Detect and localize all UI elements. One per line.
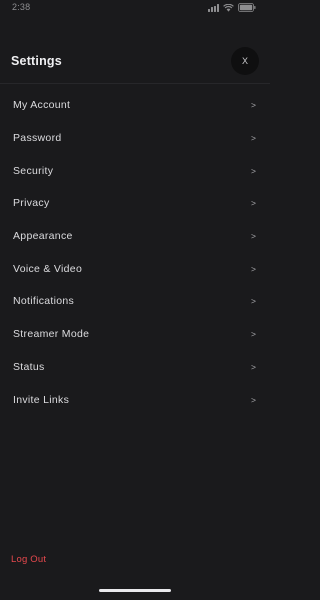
menu-item-label: Invite Links [13, 393, 70, 406]
logout-button[interactable]: Log Out [11, 554, 46, 565]
battery-icon [238, 3, 256, 12]
menu-item-password[interactable]: Password > [0, 122, 270, 155]
menu-item-privacy[interactable]: Privacy > [0, 187, 270, 220]
home-indicator[interactable] [99, 589, 171, 592]
chevron-right-icon: > [251, 165, 256, 176]
menu-item-label: Password [13, 132, 62, 145]
chevron-right-icon: > [251, 263, 256, 274]
menu-item-label: Security [13, 164, 54, 177]
signal-icon [208, 4, 219, 12]
menu-item-label: My Account [13, 99, 71, 112]
chevron-right-icon: > [251, 329, 256, 340]
chevron-right-icon: > [251, 231, 256, 242]
chevron-right-icon: > [251, 296, 256, 307]
menu-item-voice-video[interactable]: Voice & Video > [0, 252, 270, 285]
chevron-right-icon: > [251, 100, 256, 111]
settings-header: Settings X [0, 44, 270, 82]
status-time: 2:38 [12, 2, 31, 12]
menu-item-label: Voice & Video [13, 262, 83, 275]
header-divider [0, 83, 270, 84]
wifi-icon [223, 3, 234, 12]
chevron-right-icon: > [251, 394, 256, 405]
chevron-right-icon: > [251, 133, 256, 144]
status-bar: 2:38 [0, 0, 270, 18]
settings-menu: My Account > Password > Security > Priva… [0, 89, 270, 416]
menu-item-my-account[interactable]: My Account > [0, 89, 270, 122]
menu-item-streamer-mode[interactable]: Streamer Mode > [0, 318, 270, 351]
page-title: Settings [11, 54, 62, 68]
close-icon: X [241, 55, 248, 66]
menu-item-notifications[interactable]: Notifications > [0, 285, 270, 318]
menu-item-label: Streamer Mode [13, 328, 90, 341]
status-icons [208, 3, 256, 12]
menu-item-status[interactable]: Status > [0, 351, 270, 384]
menu-item-invite-links[interactable]: Invite Links > [0, 383, 270, 416]
menu-item-label: Notifications [13, 295, 75, 308]
menu-item-label: Appearance [13, 230, 73, 243]
menu-item-label: Privacy [13, 197, 50, 210]
menu-item-label: Status [13, 360, 45, 373]
chevron-right-icon: > [251, 361, 256, 372]
menu-item-security[interactable]: Security > [0, 154, 270, 187]
close-button[interactable]: X [231, 47, 259, 75]
menu-item-appearance[interactable]: Appearance > [0, 220, 270, 253]
chevron-right-icon: > [251, 198, 256, 209]
